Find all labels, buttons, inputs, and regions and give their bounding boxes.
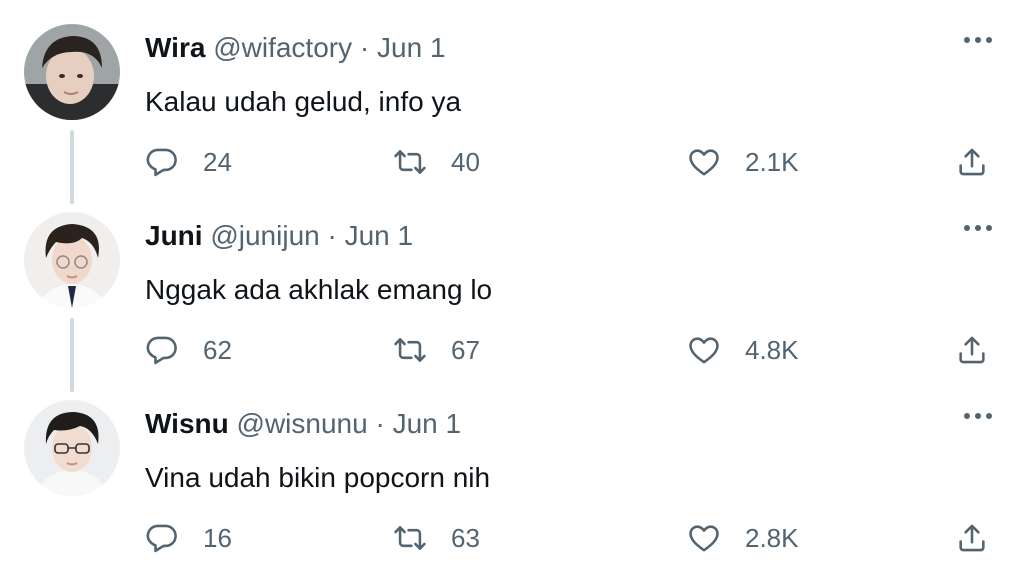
reply-button[interactable]: 24 [145, 140, 232, 184]
reply-count: 16 [203, 522, 232, 553]
avatar[interactable] [24, 400, 120, 496]
reply-button[interactable]: 62 [145, 328, 232, 372]
avatar-photo [24, 24, 120, 120]
user-name[interactable]: Juni [145, 220, 203, 251]
more-icon[interactable] [960, 28, 996, 52]
tweet-text: Vina udah bikin popcorn nih [145, 462, 491, 493]
tweet[interactable]: Wira @wifactory · Jun 1 Kalau udah gelud… [0, 0, 1024, 188]
retweet-icon [394, 150, 426, 174]
tweet-actions: 24 40 2.1K [145, 140, 1005, 184]
tweet-header: Wisnu @wisnunu · Jun 1 [145, 406, 461, 442]
retweet-count: 40 [451, 146, 480, 177]
more-icon[interactable] [960, 216, 996, 240]
reply-button[interactable]: 16 [145, 516, 232, 560]
tweet[interactable]: Wisnu @wisnunu · Jun 1 Vina udah bikin p… [0, 376, 1024, 564]
retweet-button[interactable]: 63 [393, 516, 480, 560]
retweet-icon [394, 526, 426, 550]
user-handle[interactable]: @wisnunu [237, 408, 368, 439]
like-button[interactable]: 2.8K [687, 516, 799, 560]
tweet-date[interactable]: Jun 1 [393, 408, 462, 439]
share-button[interactable] [955, 516, 989, 560]
retweet-button[interactable]: 40 [393, 140, 480, 184]
reply-count: 62 [203, 334, 232, 365]
tweet-text: Kalau udah gelud, info ya [145, 86, 462, 117]
heart-icon [689, 525, 719, 552]
tweet-date[interactable]: Jun 1 [377, 32, 446, 63]
user-handle[interactable]: @junijun [210, 220, 319, 251]
tweet-header: Wira @wifactory · Jun 1 [145, 30, 446, 66]
avatar[interactable] [24, 212, 120, 308]
reply-icon [146, 148, 177, 177]
like-button[interactable]: 4.8K [687, 328, 799, 372]
tweet-date[interactable]: Jun 1 [345, 220, 414, 251]
like-count: 2.1K [745, 146, 799, 177]
retweet-count: 63 [451, 522, 480, 553]
share-button[interactable] [955, 328, 989, 372]
tweet-actions: 62 67 4.8K [145, 328, 1005, 372]
share-icon [959, 524, 985, 552]
more-icon[interactable] [960, 404, 996, 428]
reply-icon [146, 336, 177, 365]
retweet-button[interactable]: 67 [393, 328, 480, 372]
avatar-photo [24, 400, 120, 496]
user-name[interactable]: Wisnu [145, 408, 229, 439]
separator: · [327, 220, 337, 251]
tweet-header: Juni @junijun · Jun 1 [145, 218, 413, 254]
share-icon [959, 148, 985, 176]
avatar-photo [24, 212, 120, 308]
tweet-actions: 16 63 2.8K [145, 516, 1005, 560]
share-button[interactable] [955, 140, 989, 184]
retweet-icon [394, 338, 426, 362]
like-count: 2.8K [745, 522, 799, 553]
heart-icon [689, 149, 719, 176]
reply-count: 24 [203, 146, 232, 177]
user-name[interactable]: Wira [145, 32, 205, 63]
avatar[interactable] [24, 24, 120, 120]
user-handle[interactable]: @wifactory [213, 32, 352, 63]
tweet-text: Nggak ada akhlak emang lo [145, 274, 493, 305]
share-icon [959, 336, 985, 364]
tweet[interactable]: Juni @junijun · Jun 1 Nggak ada akhlak e… [0, 188, 1024, 376]
like-button[interactable]: 2.1K [687, 140, 799, 184]
separator: · [375, 408, 385, 439]
retweet-count: 67 [451, 334, 480, 365]
heart-icon [689, 337, 719, 364]
like-count: 4.8K [745, 334, 799, 365]
reply-icon [146, 524, 177, 553]
separator: · [359, 32, 370, 63]
